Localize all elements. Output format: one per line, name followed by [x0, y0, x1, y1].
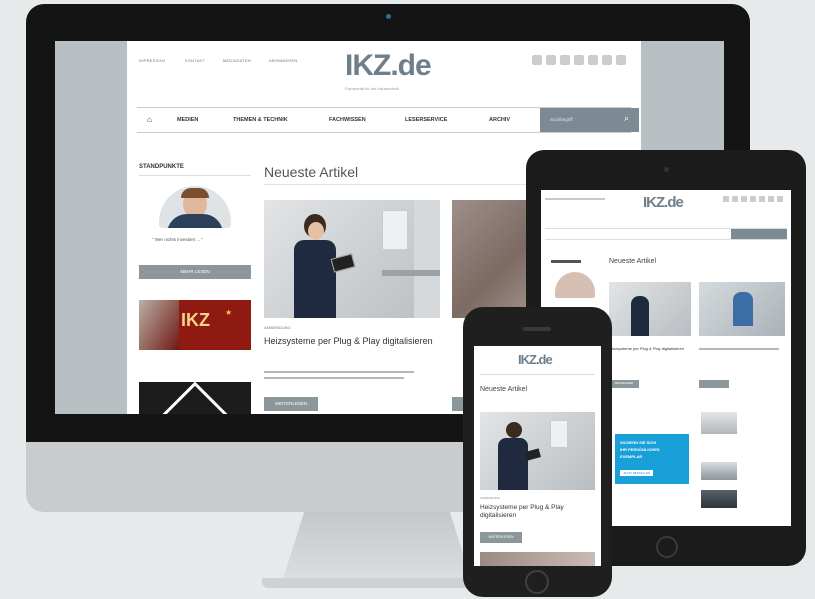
rss-icon[interactable]	[602, 55, 612, 65]
article-tag: ANWENDUNG	[264, 325, 291, 330]
monitor-stand	[282, 510, 472, 582]
author-avatar[interactable]	[159, 186, 231, 228]
top-link-abonnieren[interactable]: ABONNIEREN	[269, 58, 297, 63]
nav-archiv[interactable]: ARCHIV	[489, 117, 510, 123]
youtube-icon[interactable]	[588, 55, 598, 65]
phone-read-more-button[interactable]: WEITERLESEN	[480, 532, 522, 543]
tablet-read-more-button-2[interactable]	[699, 380, 729, 388]
linkedin-icon[interactable]	[574, 55, 584, 65]
tablet-promo-banner[interactable]: SICHERN SIE SICH IHR PERSÖNLICHES EXEMPL…	[615, 434, 689, 484]
search-icon[interactable]: ⌕	[624, 113, 629, 124]
phone-speaker	[523, 327, 551, 331]
phone-article-title[interactable]: Heizsysteme per Plug & Play digitalisier…	[480, 504, 595, 520]
search-placeholder: Suchbegriff	[550, 117, 573, 122]
tablet-sidebar-title	[551, 260, 581, 263]
tablet-logo[interactable]: IKZ.de	[643, 194, 684, 211]
promo-line-1: SICHERN SIE SICH	[620, 440, 657, 445]
site-tagline: Fachportal für die Haustechnik	[345, 86, 400, 91]
tablet-search-box[interactable]	[731, 229, 787, 239]
tablet-article-title[interactable]: Heizsysteme per Plug & Play digitalisier…	[609, 346, 691, 351]
camera-icon	[386, 14, 391, 19]
main-nav: ⌂ MEDIEN THEMEN & TECHNIK FACHWISSEN LES…	[137, 107, 639, 133]
xing-icon[interactable]	[560, 55, 570, 65]
phone-screen: IKZ.de Neueste Artikel ANWENDUNG Heizsys…	[474, 346, 601, 566]
article-image[interactable]	[264, 200, 440, 318]
banner-logo: IKZ	[181, 310, 210, 330]
christmas-banner[interactable]: IKZ ★	[139, 300, 251, 350]
article-excerpt-line	[264, 371, 414, 373]
article-read-more-button[interactable]: WEITERLESEN	[264, 397, 318, 411]
facebook-icon[interactable]	[532, 55, 542, 65]
article-title[interactable]: Heizsysteme per Plug & Play digitalisier…	[264, 335, 440, 347]
phone-home-button[interactable]	[525, 570, 549, 594]
tablet-article-2-title[interactable]	[699, 348, 779, 350]
nav-themen-technik[interactable]: THEMEN & TECHNIK	[233, 117, 288, 123]
tablet-main-nav[interactable]	[545, 228, 787, 240]
site-logo[interactable]: IKZ.de	[345, 49, 432, 83]
tablet-author-avatar[interactable]	[555, 272, 595, 298]
sidebar-divider	[139, 175, 251, 176]
sidebar-title: STANDPUNKTE	[139, 164, 184, 170]
sidebar-ad-banner[interactable]	[139, 382, 251, 414]
tablet-section-title: Neueste Artikel	[609, 258, 657, 265]
tablet-article-image-2[interactable]	[699, 282, 785, 336]
house-outline-icon	[152, 382, 238, 414]
section-title: Neueste Artikel	[264, 164, 359, 180]
phone-article-tag: ANWENDUNG	[480, 496, 500, 500]
nav-fachwissen[interactable]: FACHWISSEN	[329, 117, 366, 123]
top-link-mediadaten[interactable]: MEDIADATEN	[223, 58, 251, 63]
tablet-sidebar-thumb-2[interactable]	[701, 462, 737, 480]
monitor-base	[262, 578, 494, 588]
tablet-home-button[interactable]	[656, 536, 678, 558]
nav-leserservice[interactable]: LESERSERVICE	[405, 117, 447, 123]
phone-next-article-image[interactable]	[480, 552, 595, 566]
nav-medien[interactable]: MEDIEN	[177, 117, 198, 123]
promo-line-3: EXEMPLAR	[620, 454, 643, 459]
instagram-icon[interactable]	[616, 55, 626, 65]
twitter-icon[interactable]	[546, 55, 556, 65]
phone-article-image[interactable]	[480, 412, 595, 490]
tablet-camera-icon	[664, 167, 669, 172]
promo-line-2: IHR PERSÖNLICHES	[620, 447, 660, 452]
sidebar-quote: " Wer nichts investiert ... "	[152, 237, 204, 242]
tablet-article-image[interactable]	[609, 282, 691, 336]
article-excerpt-line	[264, 377, 404, 379]
tablet-sidebar-thumb-3[interactable]	[701, 490, 737, 508]
home-icon[interactable]: ⌂	[147, 115, 152, 124]
top-link-impressum[interactable]: IMPRESSUM	[139, 58, 165, 63]
phone-header-divider	[480, 374, 595, 375]
promo-button[interactable]: JETZT BESTELLEN	[620, 470, 654, 476]
sidebar-more-button[interactable]: MEHR LESEN	[139, 265, 251, 279]
star-icon: ★	[225, 308, 233, 317]
search-box[interactable]: Suchbegriff ⌕	[540, 108, 639, 132]
top-link-kontakt[interactable]: KONTAKT	[185, 58, 205, 63]
tablet-social-icons[interactable]	[723, 196, 785, 202]
tablet-sidebar-thumb-1[interactable]	[701, 412, 737, 434]
tablet-read-more-button[interactable]: WEITERLESEN	[609, 380, 639, 388]
phone-logo[interactable]: IKZ.de	[518, 352, 553, 367]
phone-section-title: Neueste Artikel	[480, 386, 528, 393]
tablet-top-links[interactable]	[545, 198, 605, 200]
